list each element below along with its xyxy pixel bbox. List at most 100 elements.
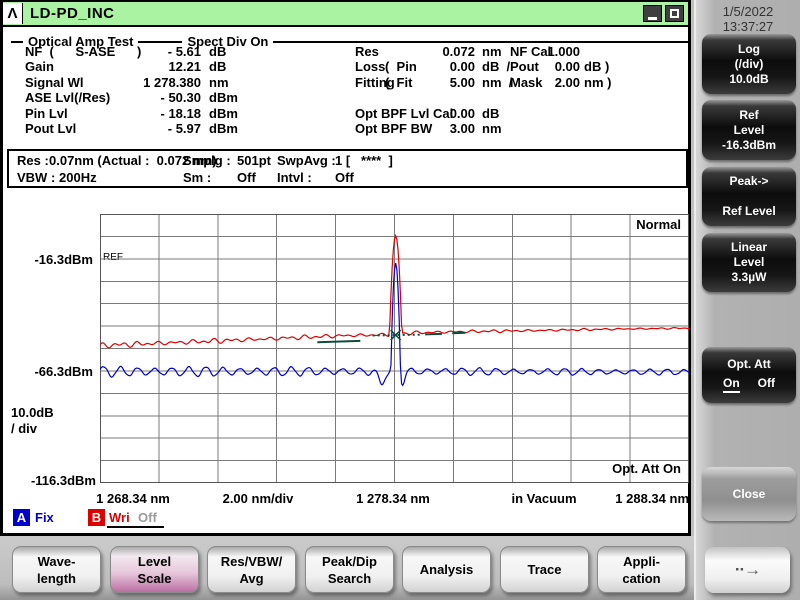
sweep-setting-value: 1 [ **** ] bbox=[335, 153, 393, 168]
param-label: Loss bbox=[355, 59, 386, 75]
param-value: 0.072 bbox=[442, 44, 475, 59]
sweep-setting-value: Off bbox=[237, 170, 256, 185]
menu-button-label: Scale bbox=[137, 570, 172, 586]
spectrum-plot bbox=[99, 213, 690, 488]
softkey-label-line: -16.3dBm bbox=[721, 137, 777, 152]
menu-button-appli-cation[interactable]: Appli-cation bbox=[597, 546, 686, 593]
param-unit: dBm bbox=[209, 90, 238, 106]
softkey-close[interactable]: Close bbox=[702, 467, 796, 521]
softkey-label-line: (/div) bbox=[734, 56, 764, 71]
osa-screen: Λ LD-PD_INC Optical Amp Test Spect Div O… bbox=[0, 0, 800, 600]
param-unit: dB / bbox=[482, 59, 511, 75]
param-row: ASE Lvl(/Res) - 50.30 dBm bbox=[3, 90, 693, 105]
softkey-linear-level-3-3-w[interactable]: Linear Level 3.3µW bbox=[702, 233, 796, 292]
menu-button-peak-dip-search[interactable]: Peak/Dip Search bbox=[305, 546, 394, 593]
menu-button-label: cation bbox=[622, 570, 661, 586]
main-display-area: Λ LD-PD_INC Optical Amp Test Spect Div O… bbox=[0, 0, 691, 536]
sweep-setting-value: 501pt bbox=[237, 153, 271, 168]
divider bbox=[138, 40, 183, 43]
param-value: - 50.30 bbox=[160, 90, 201, 106]
softkey-label-line: Log bbox=[738, 41, 760, 56]
trace-b-mode: Wri bbox=[109, 510, 130, 525]
x-axis-div-label: 2.00 nm/div bbox=[222, 491, 294, 506]
param-row: Res 0.072 nm NF Cal 1.000 bbox=[3, 44, 693, 59]
softkey-peak-ref-level[interactable]: Peak-> Ref Level bbox=[702, 167, 796, 226]
sweep-setting-label: Res : bbox=[17, 153, 49, 168]
menu-button-level-scale[interactable]: Level Scale bbox=[110, 546, 199, 593]
grid bbox=[99, 213, 690, 484]
minimize-button[interactable] bbox=[643, 5, 662, 22]
softkey-opt-att[interactable]: Opt. Att On Off bbox=[702, 347, 796, 403]
y-axis-scale-label: 10.0dB bbox=[11, 405, 54, 420]
softkey-label-line: Level bbox=[733, 255, 765, 269]
time: 13:37:27 bbox=[722, 19, 774, 34]
param-row: Fitting( Fit 5.00 nm / Mask 2.00 nm ) bbox=[3, 75, 693, 90]
menu-button-label: Res/VBW/ bbox=[220, 553, 283, 569]
softkey-label-line: Ref bbox=[739, 107, 759, 122]
param-row: Opt BPF BW 3.00 nm bbox=[3, 121, 693, 136]
sweep-setting-value: 200Hz bbox=[59, 170, 97, 185]
param-unit: nm bbox=[482, 121, 502, 136]
param-value: 3.00 bbox=[449, 121, 475, 136]
menu-button-analysis[interactable]: Analysis bbox=[402, 546, 491, 593]
y-axis-bottom-label: -116.3dBm bbox=[30, 473, 96, 488]
softkey-label-line: Peak-> bbox=[729, 174, 769, 188]
x-axis-right-label: 1 288.34 nm bbox=[615, 491, 689, 506]
more-menu-arrow-button[interactable]: ··→ bbox=[705, 547, 790, 593]
param-unit: dB bbox=[482, 105, 500, 121]
sweep-setting-label: Sm : bbox=[183, 170, 212, 185]
menu-button-label: Search bbox=[327, 570, 372, 586]
fit-line-segment bbox=[317, 339, 361, 344]
sweep-setting-value: Off bbox=[335, 170, 354, 185]
param-value: 1.000 bbox=[547, 44, 580, 59]
y-axis-scale-unit: / div bbox=[11, 421, 38, 436]
spectrum-plot-svg bbox=[99, 213, 690, 484]
softkey-ref-level-16-3dbm[interactable]: Ref Level -16.3dBm bbox=[702, 100, 796, 160]
softkey-panel: 1/5/2022 13:37:27 Log (/div) 10.0dB Ref Leve… bbox=[694, 0, 800, 600]
softkey-title: Opt. Att bbox=[727, 357, 771, 371]
divider bbox=[11, 40, 23, 43]
menu-button-label: Appli- bbox=[623, 553, 660, 569]
softkey-label-line: 3.3µW bbox=[731, 270, 767, 284]
softkey-label-line: Close bbox=[732, 486, 766, 501]
trace-b-badge[interactable]: B bbox=[88, 509, 105, 526]
x-axis-left-label: 1 268.34 nm bbox=[96, 491, 170, 506]
softkey-label-line: 10.0dB bbox=[729, 71, 769, 86]
trace-a-mode: Fix bbox=[35, 510, 54, 525]
toggle-off-label[interactable]: Off bbox=[758, 376, 775, 393]
clock: 1/5/2022 13:37:27 bbox=[696, 4, 800, 34]
menu-button-label: Trace bbox=[527, 562, 562, 577]
menu-button-label: Wave- bbox=[37, 553, 76, 569]
param-row: Loss( Pin 0.00 dB / Pout 0.00 dB ) bbox=[3, 59, 693, 74]
divider bbox=[273, 40, 689, 43]
menu-button-res-vbw-avg[interactable]: Res/VBW/Avg bbox=[207, 546, 296, 593]
on-off-toggle: On Off bbox=[723, 376, 775, 393]
x-axis-center-label: 1 278.34 nm bbox=[356, 491, 430, 506]
menu-button-trace[interactable]: Trace bbox=[500, 546, 589, 593]
anritsu-logo-icon: Λ bbox=[3, 3, 23, 24]
sweep-setting-label: VBW : bbox=[17, 170, 56, 185]
menu-button-label: Analysis bbox=[419, 562, 474, 577]
menu-button-wave-length[interactable]: Wave-length bbox=[12, 546, 101, 593]
sweep-settings-bar: Res :0.07nm (Actual : 0.072 nm) Smplg :50… bbox=[7, 149, 688, 188]
toggle-on-label[interactable]: On bbox=[723, 376, 740, 393]
maximize-icon bbox=[670, 9, 679, 18]
fit-line-segment bbox=[372, 333, 423, 337]
param-unit: nm bbox=[482, 44, 502, 59]
menu-button-label: length bbox=[37, 570, 76, 586]
menu-button-label: Avg bbox=[239, 570, 264, 586]
param-row: Opt BPF Lvl Cal 0.00 dB bbox=[3, 106, 693, 121]
param-label: Res bbox=[355, 44, 379, 59]
softkey-log-div-10-0db[interactable]: Log (/div) 10.0dB bbox=[702, 34, 796, 94]
param-value: 0.00 bbox=[554, 59, 580, 75]
maximize-button[interactable] bbox=[665, 5, 684, 22]
window-titlebar: Λ LD-PD_INC bbox=[3, 2, 688, 27]
param-unit: nm / bbox=[482, 74, 513, 90]
param-value: 2.00 bbox=[554, 74, 580, 90]
menu-button-label: Peak/Dip bbox=[322, 553, 377, 569]
date: 1/5/2022 bbox=[722, 4, 774, 19]
softkey-label-line: Level bbox=[733, 122, 765, 137]
param-unit: nm ) bbox=[584, 74, 612, 90]
trace-a-badge[interactable]: A bbox=[13, 509, 30, 526]
y-axis-ref-label: -16.3dBm bbox=[34, 252, 93, 267]
